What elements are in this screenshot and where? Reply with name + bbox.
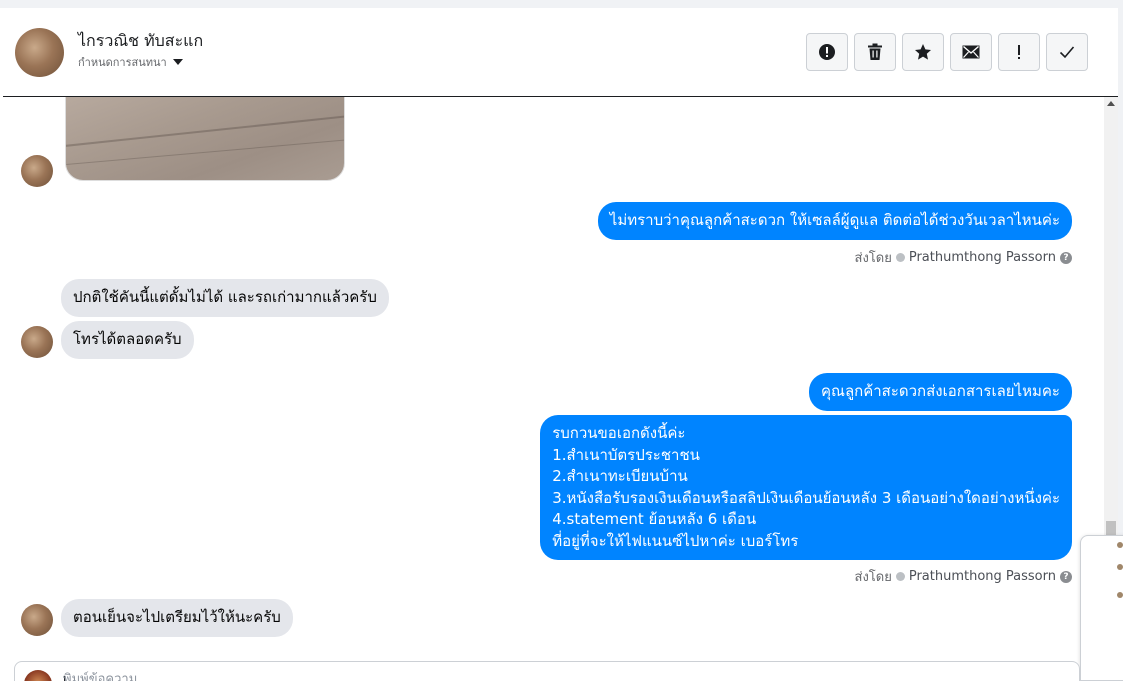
message-line: 3.หนังสือรับรองเงินเดือนหรือสลิปเงินเดือ… (552, 488, 1060, 507)
incoming-message[interactable]: ตอนเย็นจะไปเตรียมไว้ให้นะครับ (61, 599, 293, 637)
sent-by-label: ส่งโดย (854, 570, 892, 585)
report-button[interactable] (806, 33, 848, 71)
agent-name[interactable]: Prathumthong Passorn (909, 569, 1056, 584)
incoming-message[interactable]: โทรได้ตลอดครับ (61, 321, 194, 359)
message-thread[interactable]: ไม่ทราบว่าคุณลูกค้าสะดวก ให้เซลล์ผู้ดูแล… (3, 97, 1102, 657)
help-icon[interactable]: ? (1060, 251, 1072, 264)
caret-down-icon (172, 59, 183, 65)
delete-button[interactable] (854, 33, 896, 71)
agent-status-icon (895, 572, 905, 581)
sender-avatar (21, 326, 53, 358)
message-composer[interactable]: พิมพ์ข้อความ... (14, 661, 1080, 681)
conversation-settings-dropdown[interactable]: กำหนดการสนทนา (78, 53, 183, 71)
agent-avatar (24, 670, 52, 681)
composer-input[interactable]: พิมพ์ข้อความ... (63, 668, 150, 681)
conversation-header: ไกรวณิช ทับสะแก กำหนดการสนทนา (3, 8, 1118, 97)
envelope-icon (962, 45, 980, 59)
agent-name[interactable]: Prathumthong Passorn (909, 250, 1056, 265)
sent-by-label: ส่งโดย (854, 251, 892, 266)
star-icon (915, 44, 931, 60)
popup-marker (1117, 542, 1123, 548)
incoming-message[interactable]: ปกติใช้คันนี้แต่ดั้มไม่ได้ และรถเก่ามากแ… (61, 279, 389, 317)
message-line: รบกวนขอเอกดังนี้ค่ะ (552, 424, 686, 442)
contact-avatar[interactable] (15, 28, 64, 77)
popup-marker (1117, 564, 1123, 570)
sent-by-info: ส่งโดย Prathumthong Passorn ? (855, 247, 1072, 268)
alert-circle-icon (819, 44, 835, 60)
message-line: 1.สำเนาบัตรประชาชน (552, 445, 700, 464)
side-panel-popup[interactable] (1080, 535, 1123, 681)
popup-marker (1117, 592, 1123, 598)
sender-avatar (21, 155, 53, 187)
mail-button[interactable] (950, 33, 992, 71)
sender-avatar (21, 604, 53, 636)
important-button[interactable] (998, 33, 1040, 71)
message-line: ที่อยู่ที่จะให้ไฟแนนซ์ไปหาค่ะ เบอร์โทร (552, 531, 799, 550)
trash-icon (868, 43, 882, 60)
scroll-up-arrow-icon[interactable] (1107, 101, 1115, 106)
done-button[interactable] (1046, 33, 1088, 71)
sent-by-info: ส่งโดย Prathumthong Passorn ? (855, 566, 1072, 587)
conversation-settings-label: กำหนดการสนทนา (78, 56, 167, 69)
agent-status-icon (895, 253, 905, 262)
star-button[interactable] (902, 33, 944, 71)
help-icon[interactable]: ? (1060, 570, 1072, 583)
contact-name[interactable]: ไกรวณิช ทับสะแก (78, 29, 203, 54)
outgoing-message-multiline[interactable]: รบกวนขอเอกดังนี้ค่ะ 1.สำเนาบัตรประชาชน 2… (540, 415, 1072, 560)
message-line: 2.สำเนาทะเบียนบ้าน (552, 467, 688, 485)
outgoing-message[interactable]: คุณลูกค้าสะดวกส่งเอกสารเลยไหมคะ (809, 373, 1072, 411)
image-attachment[interactable] (65, 97, 345, 181)
exclamation-icon (1018, 45, 1020, 59)
message-line: 4.statement ย้อนหลัง 6 เดือน (552, 510, 757, 528)
top-border (0, 0, 1123, 8)
header-actions (806, 33, 1088, 71)
outgoing-message[interactable]: ไม่ทราบว่าคุณลูกค้าสะดวก ให้เซลล์ผู้ดูแล… (597, 202, 1072, 240)
checkmark-icon (1059, 46, 1075, 59)
